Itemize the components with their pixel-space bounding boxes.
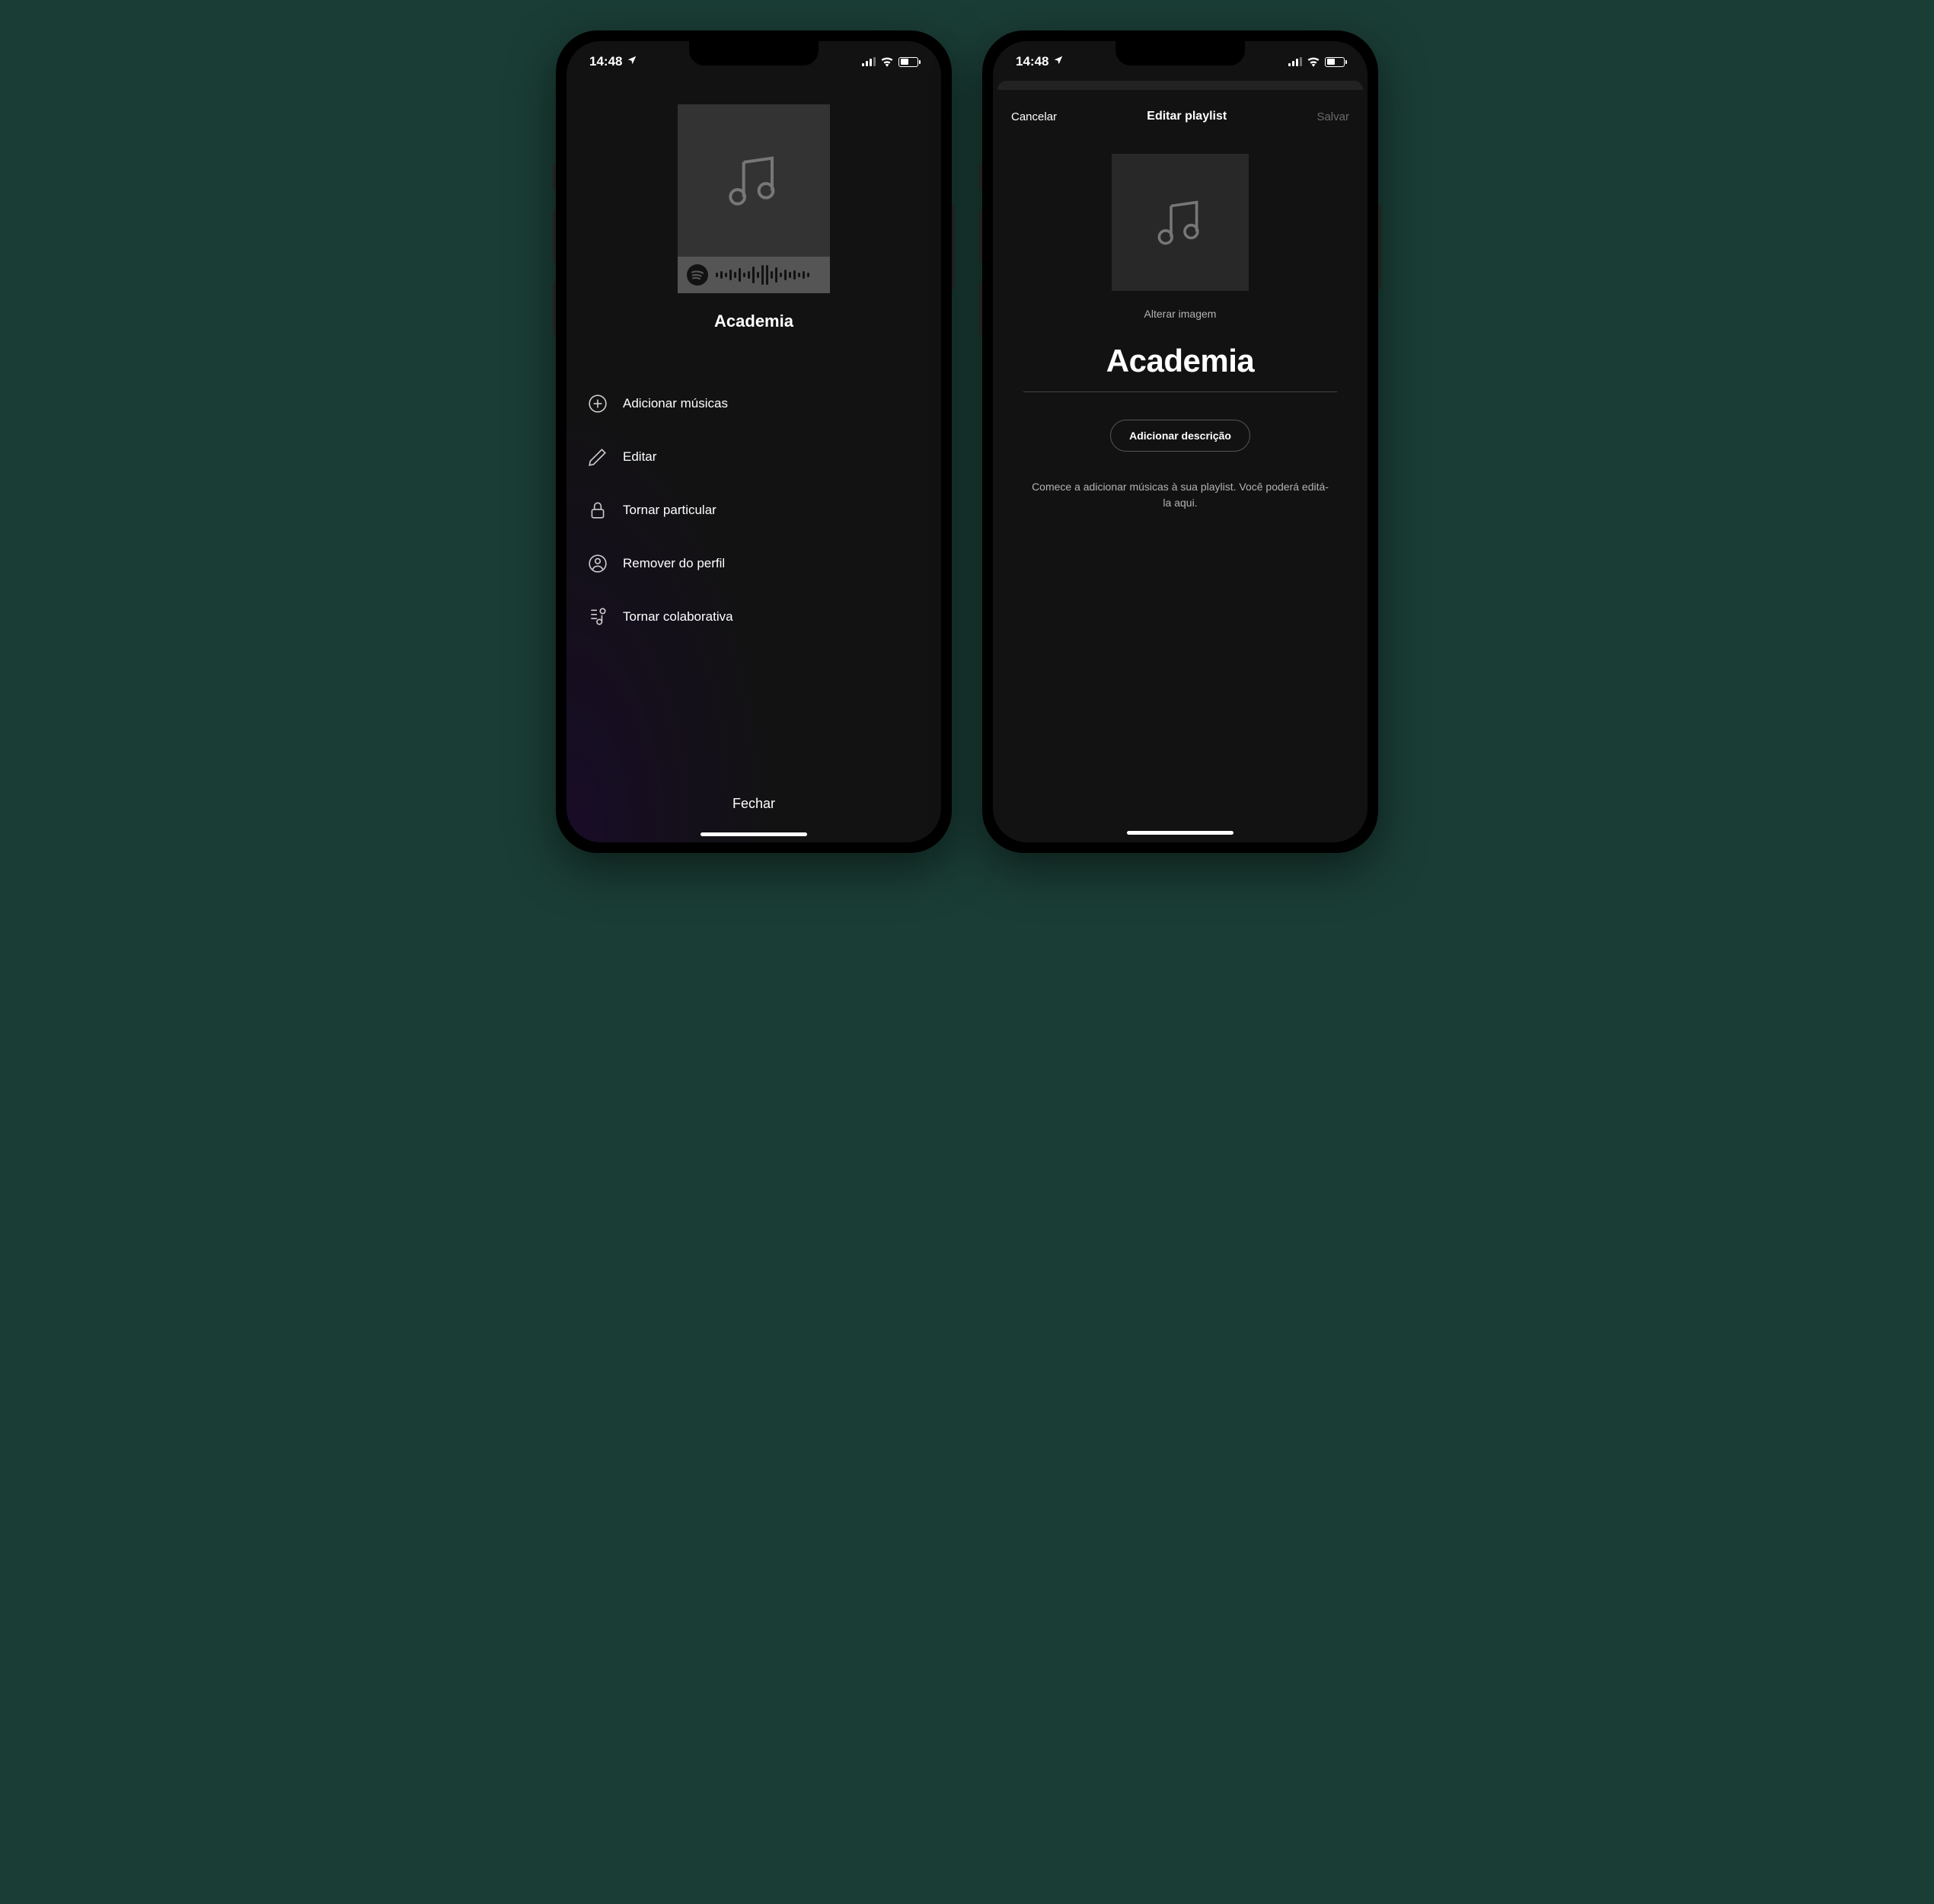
menu-label: Adicionar músicas [623,396,728,411]
menu-item-make-private[interactable]: Tornar particular [588,484,920,537]
battery-icon [1325,57,1345,67]
menu-item-remove-profile[interactable]: Remover do perfil [588,537,920,590]
edit-playlist-screen: 14:48 Cancelar [993,41,1368,842]
phone-frame-left: 14:48 [556,30,952,853]
playlist-title: Academia [714,311,793,331]
cellular-signal-icon [862,57,876,66]
menu-item-collaborative[interactable]: Tornar colaborativa [588,590,920,644]
menu-label: Editar [623,449,656,465]
home-indicator[interactable] [1127,831,1233,835]
change-image-button[interactable]: Alterar imagem [993,308,1368,320]
spotify-icon [687,264,708,286]
user-circle-icon [588,554,608,573]
status-time: 14:48 [589,54,622,69]
cellular-signal-icon [1288,57,1302,66]
cancel-button[interactable]: Cancelar [1011,110,1057,123]
menu-item-add-songs[interactable]: Adicionar músicas [588,377,920,430]
pencil-icon [588,447,608,467]
location-icon [627,55,637,69]
close-button[interactable]: Fechar [732,796,775,812]
menu-label: Tornar colaborativa [623,609,733,625]
playlist-name-input[interactable]: Academia [1023,343,1337,392]
status-time: 14:48 [1016,54,1048,69]
collaborative-icon [588,607,608,627]
phone-frame-right: 14:48 Cancelar [982,30,1378,853]
plus-circle-icon [588,394,608,414]
menu-item-edit[interactable]: Editar [588,430,920,484]
menu-label: Tornar particular [623,503,716,518]
edit-header-title: Editar playlist [1147,110,1227,123]
home-indicator[interactable] [701,832,807,836]
wifi-icon [880,56,894,67]
save-button[interactable]: Salvar [1316,110,1349,123]
location-icon [1053,55,1064,69]
edit-header: Cancelar Editar playlist Salvar [993,94,1368,139]
battery-icon [898,57,918,67]
playlist-cover [678,104,830,257]
music-note-icon [1153,195,1208,250]
lock-icon [588,500,608,520]
menu-label: Remover do perfil [623,556,725,571]
spotify-code-bars [716,264,821,286]
spotify-code[interactable] [678,257,830,293]
wifi-icon [1307,56,1320,67]
playlist-options-screen: 14:48 [566,41,941,842]
music-note-icon [723,150,784,211]
hint-text: Comece a adicionar músicas à sua playlis… [1031,479,1329,511]
playlist-cover-edit[interactable] [1112,154,1249,291]
add-description-button[interactable]: Adicionar descrição [1110,420,1250,452]
